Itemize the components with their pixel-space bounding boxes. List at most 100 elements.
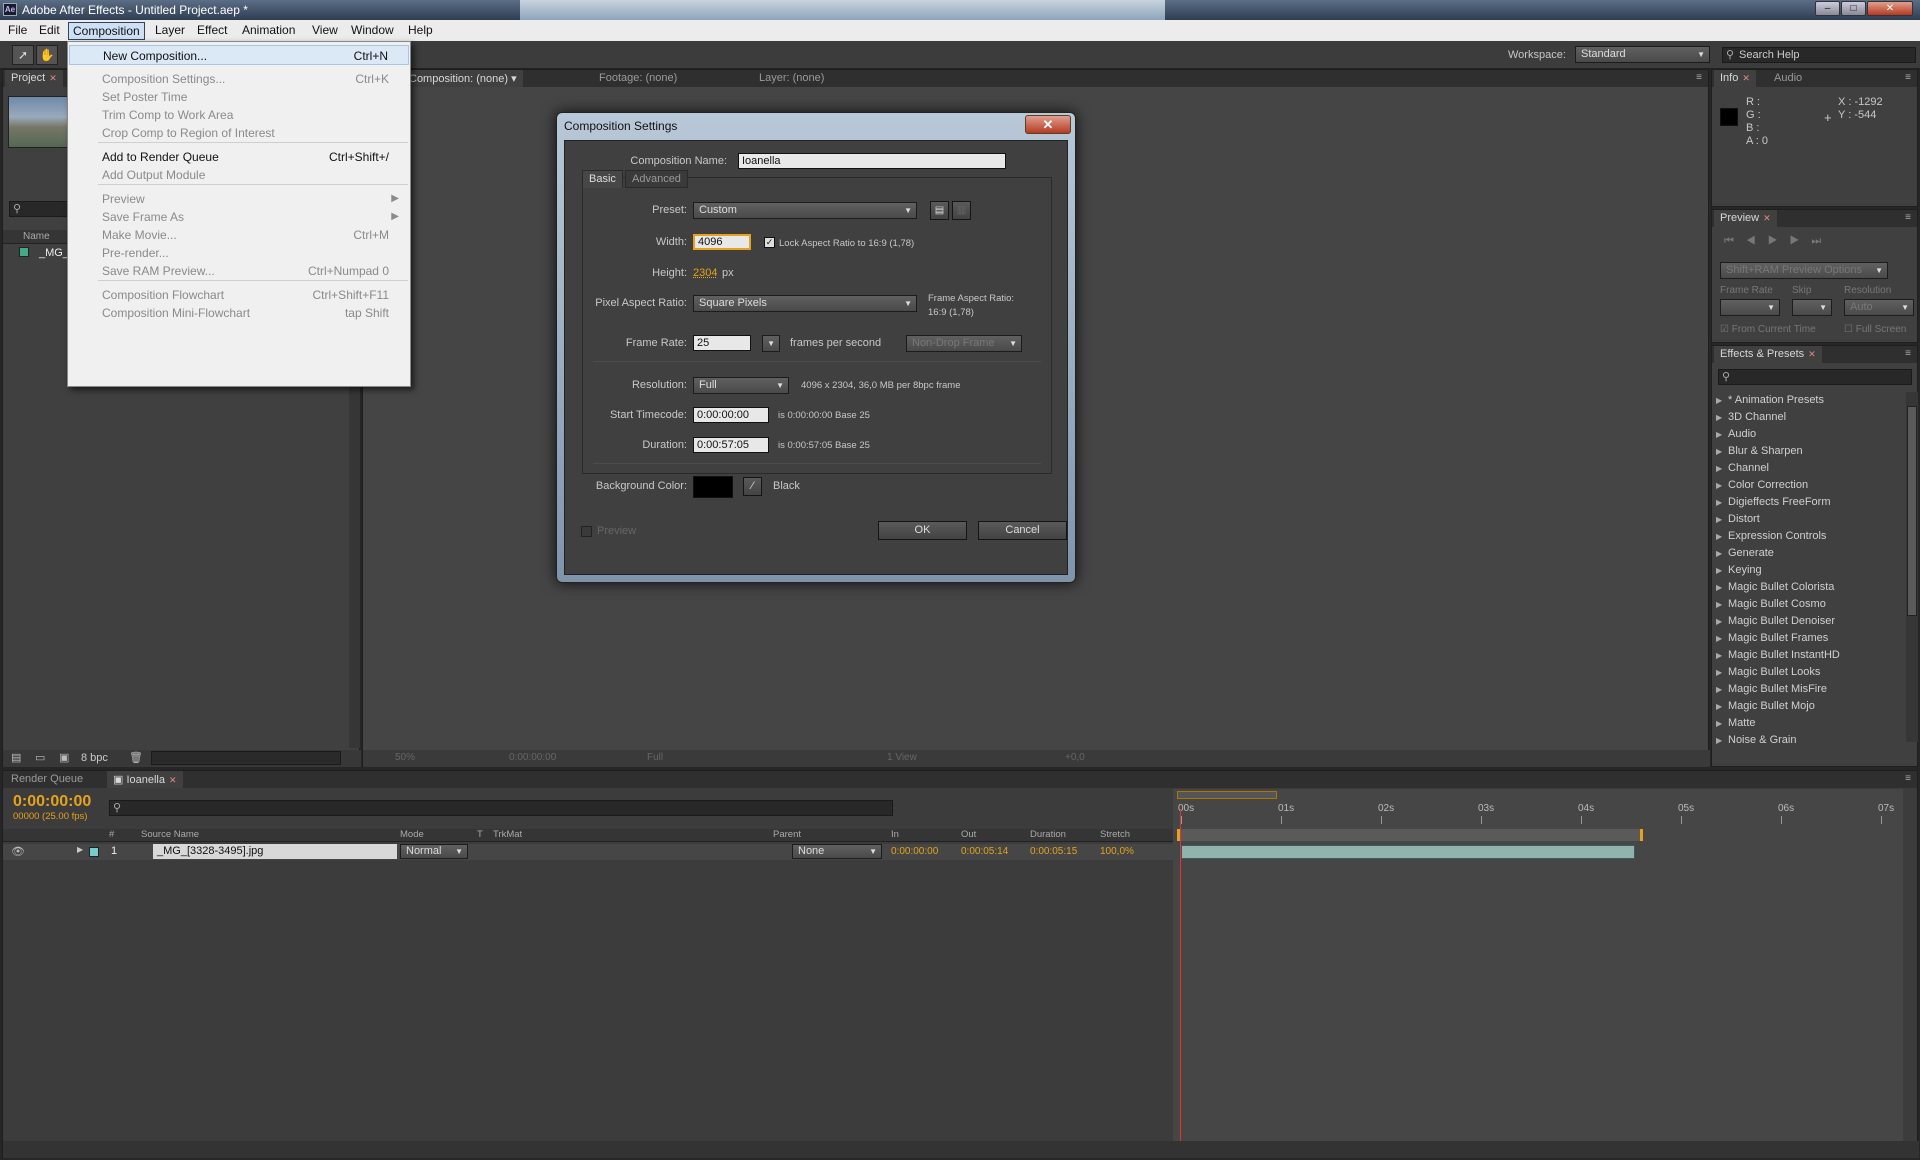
tab-advanced[interactable]: Advanced [625, 170, 688, 188]
panel-menu-icon[interactable]: ≡ [1905, 773, 1911, 784]
menu-item-new-composition[interactable]: New Composition... Ctrl+N [69, 45, 409, 65]
start-timecode-input[interactable]: 0:00:00:00 [693, 407, 769, 423]
menu-help[interactable]: Help [404, 22, 437, 38]
minimize-button[interactable]: – [1815, 1, 1840, 16]
bg-color-swatch[interactable] [693, 476, 733, 498]
layer-in[interactable]: 0:00:00:00 [891, 846, 938, 857]
effects-category[interactable]: ▶ Distort [1716, 511, 1760, 528]
time-navigator[interactable] [1177, 791, 1277, 799]
frame-rate-input[interactable]: 25 [693, 335, 751, 351]
effects-category[interactable]: ▶ * Animation Presets [1716, 392, 1824, 409]
playback-controls[interactable]: ⏮◀▶▶⏭ [1724, 235, 1833, 248]
effects-category[interactable]: ▶ Magic Bullet Denoiser [1716, 613, 1835, 630]
height-value[interactable]: 2304 [693, 267, 717, 279]
effects-category[interactable]: ▶ Expression Controls [1716, 528, 1826, 545]
layer-parent-select[interactable]: None ▼ [792, 844, 882, 859]
effects-category[interactable]: ▶ Magic Bullet Frames [1716, 630, 1828, 647]
effects-category[interactable]: ▶ Noise & Grain [1716, 732, 1796, 749]
effects-category[interactable]: ▶ Matte [1716, 715, 1756, 732]
menu-item-preview[interactable]: Preview ▶ [69, 189, 409, 209]
project-item[interactable]: _MG_ [39, 247, 69, 259]
menu-window[interactable]: Window [347, 22, 398, 38]
effects-category[interactable]: ▶ Channel [1716, 460, 1769, 477]
effects-category[interactable]: ▶ Magic Bullet Cosmo [1716, 596, 1826, 613]
menu-item-pre-render[interactable]: Pre-render... [69, 243, 409, 263]
tab-basic[interactable]: Basic [582, 170, 623, 188]
tab-project[interactable]: Project ✕ [5, 70, 63, 87]
effects-category[interactable]: ▶ Magic Bullet Mojo [1716, 698, 1815, 715]
menu-file[interactable]: File [4, 22, 31, 38]
workspace-select[interactable]: Standard ▼ [1575, 46, 1710, 63]
layer-duration-bar[interactable] [1181, 845, 1635, 859]
tab-ioanella[interactable]: ▣ Ioanella ✕ [107, 771, 183, 788]
menu-effect[interactable]: Effect [193, 22, 231, 38]
selection-tool-icon[interactable]: ➚ [12, 45, 34, 65]
full-screen[interactable]: ☐ Full Screen [1844, 324, 1906, 335]
tab-preview[interactable]: Preview ✕ [1714, 210, 1777, 227]
new-composition-icon[interactable]: ▣ [59, 751, 69, 764]
effects-category[interactable]: ▶ Digieffects FreeForm [1716, 494, 1831, 511]
tab-composition[interactable]: Composition: (none) ▾ [403, 70, 523, 87]
search-help-input[interactable]: ⚲ Search Help [1722, 47, 1916, 63]
frame-rate-dropdown[interactable]: ▼ [762, 335, 780, 352]
preview-res-select[interactable]: Auto ▼ [1844, 299, 1914, 316]
effects-category[interactable]: ▶ Magic Bullet InstantHD [1716, 647, 1840, 664]
ram-preview-options[interactable]: Shift+RAM Preview Options ▼ [1720, 262, 1888, 279]
effects-category[interactable]: ▶ Keying [1716, 562, 1762, 579]
dialog-close-button[interactable]: ✕ [1025, 115, 1071, 134]
menu-item-composition-settings[interactable]: Composition Settings... Ctrl+K [69, 69, 409, 89]
menu-item-crop-comp-to-region-of-interest[interactable]: Crop Comp to Region of Interest [69, 123, 409, 143]
playhead[interactable] [1180, 809, 1181, 1155]
interpret-footage-icon[interactable]: ▤ [11, 751, 21, 764]
menu-view[interactable]: View [308, 22, 342, 38]
tab-footage[interactable]: Footage: (none) [593, 70, 763, 87]
preset-select[interactable]: Custom ▼ [693, 202, 917, 219]
effects-category[interactable]: ▶ Color Correction [1716, 477, 1808, 494]
preview-checkbox[interactable] [581, 526, 592, 537]
label-color[interactable] [89, 847, 99, 857]
tab-info[interactable]: Info ✕ [1714, 70, 1756, 87]
menu-item-save-ram-preview[interactable]: Save RAM Preview... Ctrl+Numpad 0 [69, 261, 409, 281]
current-timecode[interactable]: 0:00:00:00 [13, 793, 91, 811]
resolution-select[interactable]: Full ▼ [693, 377, 789, 394]
effects-category[interactable]: ▶ Magic Bullet Colorista [1716, 579, 1834, 596]
duration-input[interactable]: 0:00:57:05 [693, 437, 769, 453]
maximize-button[interactable]: □ [1841, 1, 1866, 16]
panel-menu-icon[interactable]: ≡ [1905, 72, 1911, 83]
eyedropper-icon[interactable]: ⁄ [743, 477, 762, 496]
menu-item-composition-mini-flowchart[interactable]: Composition Mini-Flowchart tap Shift [69, 303, 409, 323]
menu-item-set-poster-time[interactable]: Set Poster Time [69, 87, 409, 107]
close-window-button[interactable]: ✕ [1867, 1, 1913, 16]
viewer-exposure[interactable]: +0,0 [1065, 752, 1085, 763]
pixel-aspect-select[interactable]: Square Pixels ▼ [693, 295, 917, 312]
menu-item-add-to-render-queue[interactable]: Add to Render Queue Ctrl+Shift+/ [69, 147, 409, 167]
layer-row[interactable]: 👁 ▶ 1 _MG_[3328-3495].jpg Normal ▼ None ▼ … [3, 844, 1173, 860]
preview-skip-select[interactable]: ▼ [1792, 299, 1832, 316]
effects-category[interactable]: ▶ 3D Channel [1716, 409, 1786, 426]
cancel-button[interactable]: Cancel [978, 521, 1067, 540]
layer-duration[interactable]: 0:00:05:15 [1030, 846, 1077, 857]
menu-item-composition-flowchart[interactable]: Composition Flowchart Ctrl+Shift+F11 [69, 285, 409, 305]
tab-audio[interactable]: Audio [1768, 70, 1808, 87]
layer-stretch[interactable]: 100,0% [1100, 846, 1134, 857]
delete-preset-icon[interactable]: ▥ [952, 201, 971, 220]
new-folder-icon[interactable]: ▭ [35, 751, 45, 764]
work-area-bar[interactable] [1177, 829, 1643, 841]
timeline-search-input[interactable]: ⚲ [109, 800, 893, 816]
layer-name[interactable]: _MG_[3328-3495].jpg [153, 844, 397, 859]
effects-category[interactable]: ▶ Audio [1716, 426, 1756, 443]
layer-mode-select[interactable]: Normal ▼ [400, 844, 468, 859]
viewer-views[interactable]: 1 View [887, 752, 917, 763]
panel-menu-icon[interactable]: ≡ [1696, 72, 1702, 83]
menu-composition[interactable]: Composition [68, 22, 145, 40]
menu-animation[interactable]: Animation [238, 22, 299, 38]
lock-aspect-checkbox[interactable]: ✓ [764, 237, 775, 248]
ok-button[interactable]: OK [878, 521, 967, 540]
menu-layer[interactable]: Layer [151, 22, 189, 38]
bpc-toggle[interactable]: 8 bpc [81, 752, 108, 764]
effects-category[interactable]: ▶ Magic Bullet Looks [1716, 664, 1820, 681]
viewer-timecode[interactable]: 0:00:00:00 [509, 752, 556, 763]
project-hscroll[interactable] [151, 751, 341, 765]
menu-item-save-frame-as[interactable]: Save Frame As ▶ [69, 207, 409, 227]
from-current-time[interactable]: ☑ From Current Time [1720, 324, 1816, 335]
